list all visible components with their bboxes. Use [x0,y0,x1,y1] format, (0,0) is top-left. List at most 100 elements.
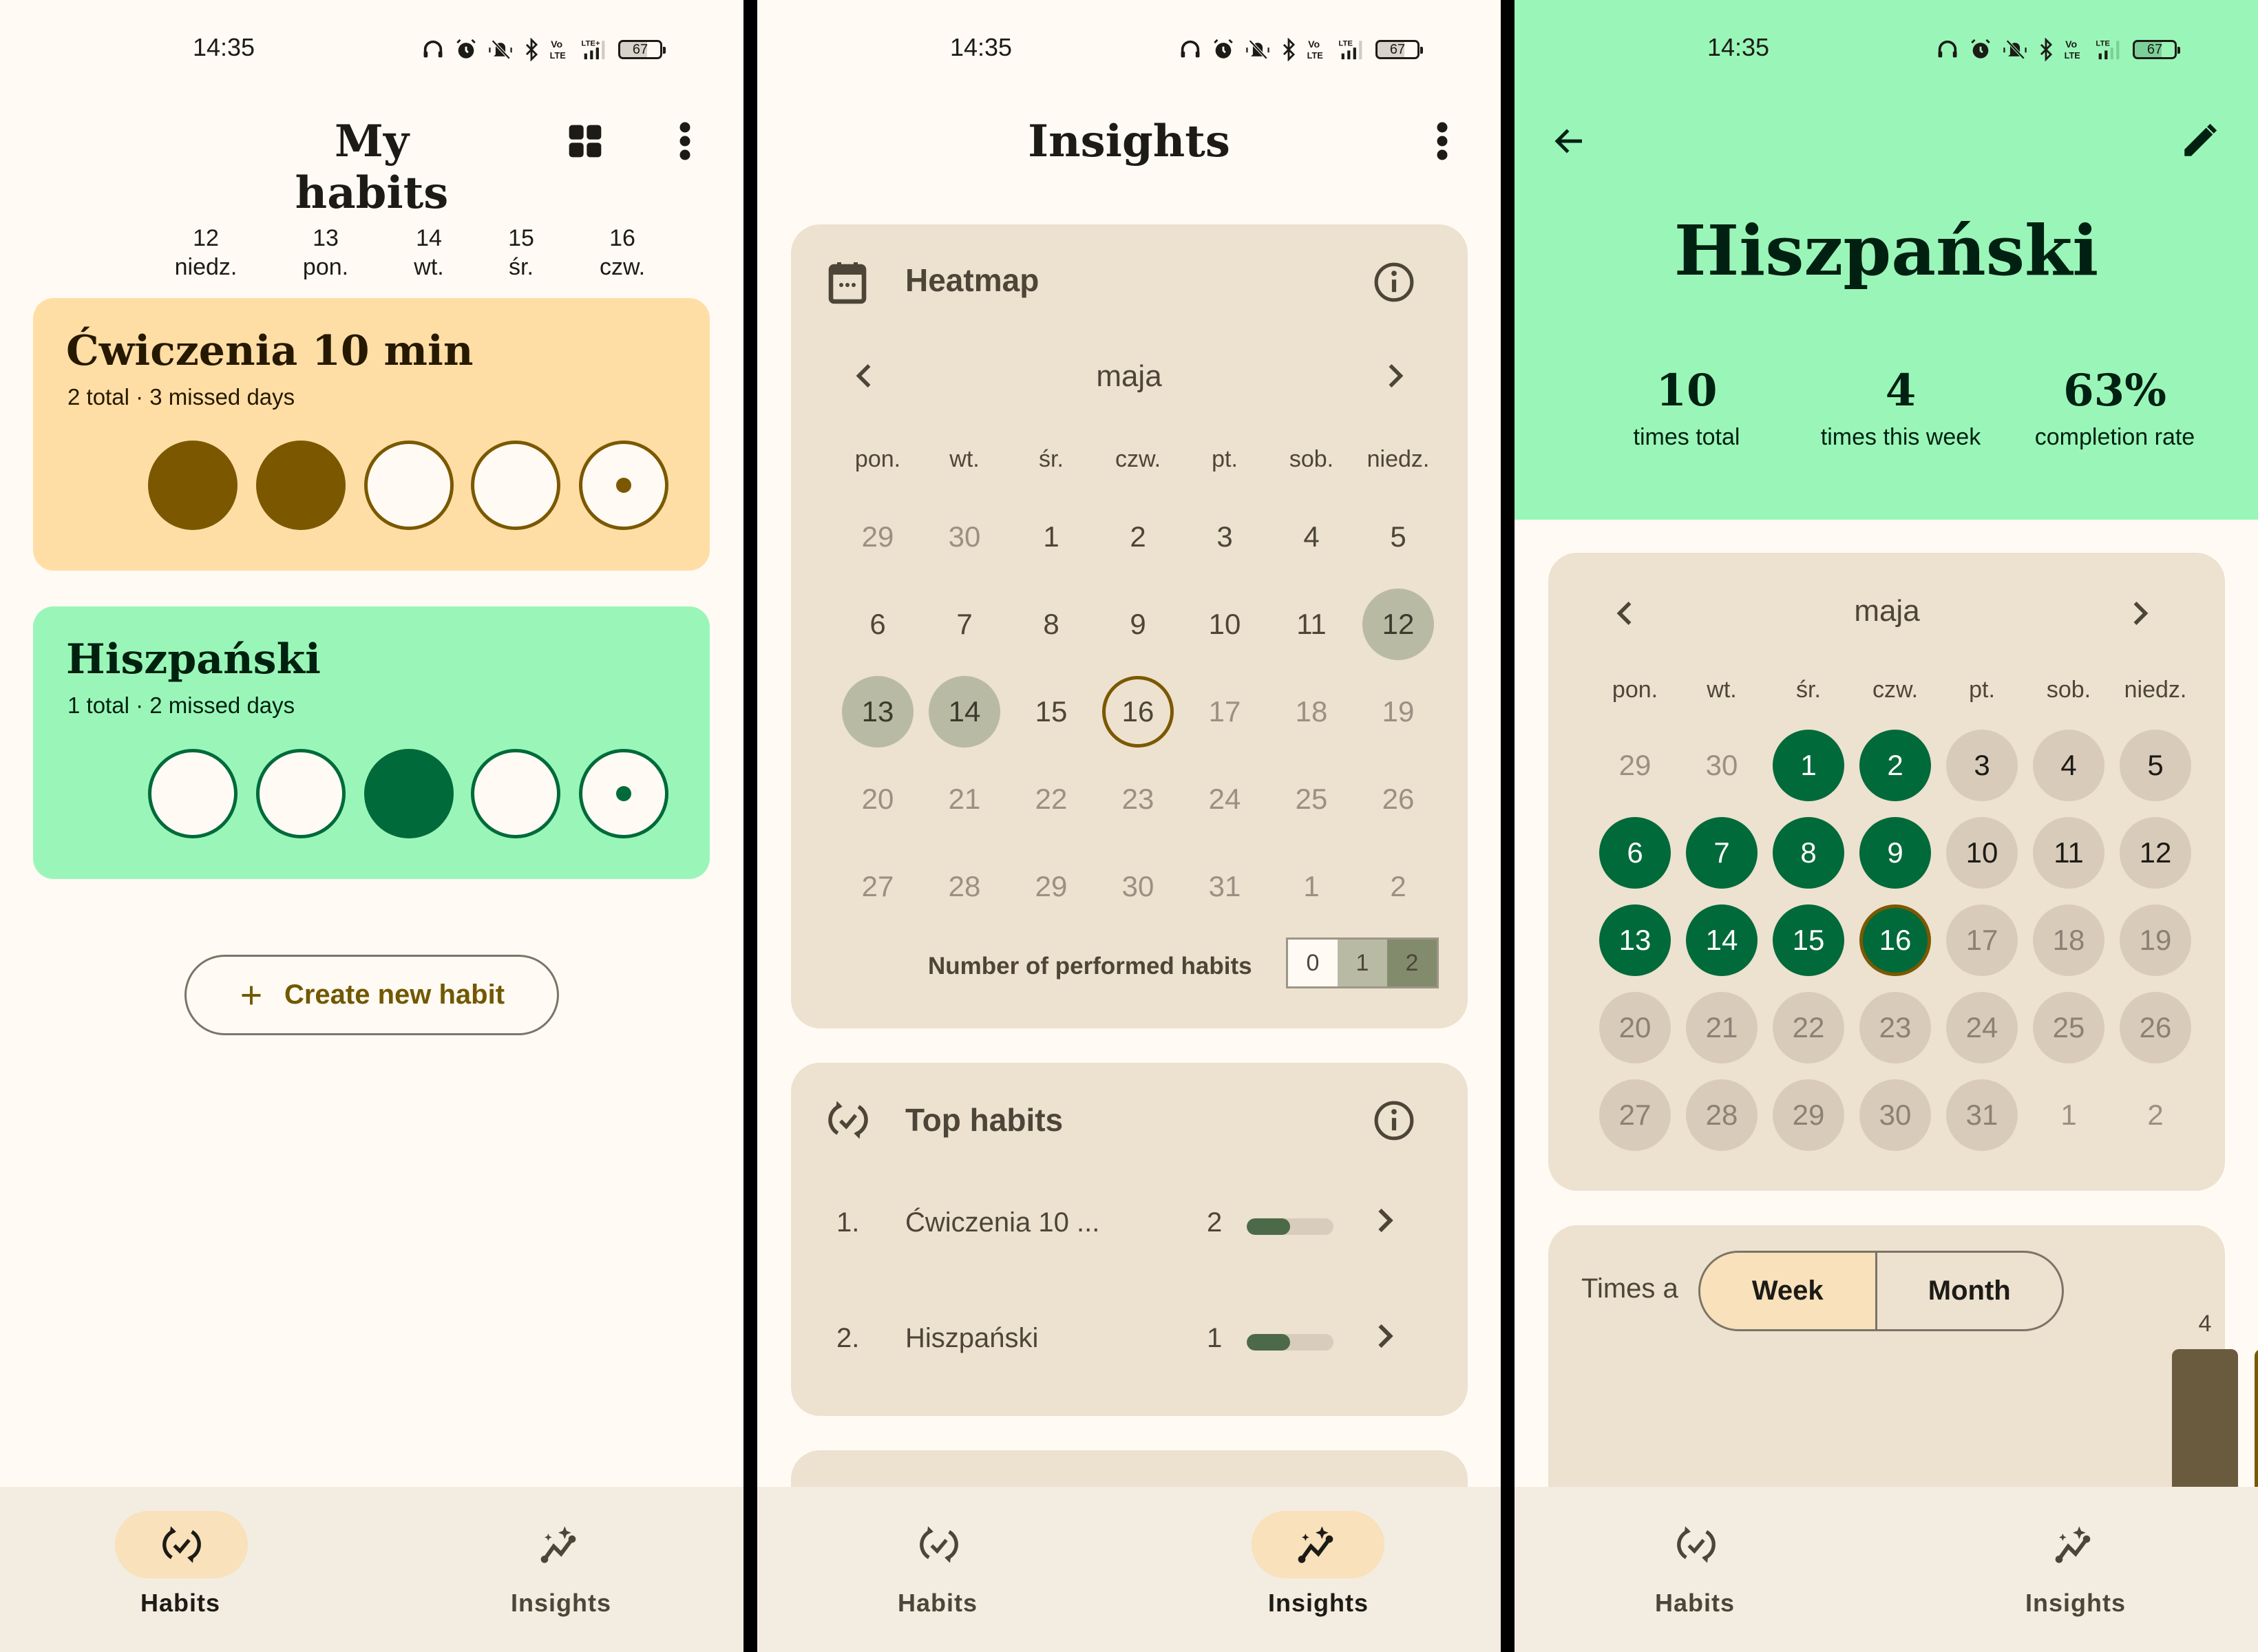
heatmap-day[interactable]: 8 [1015,589,1087,660]
heatmap-day[interactable]: 10 [1189,589,1260,660]
heatmap-day[interactable]: 30 [1102,851,1174,922]
calendar-day-future[interactable]: 22 [1773,992,1844,1063]
calendar-day-future[interactable]: 17 [1946,904,2018,976]
heatmap-day[interactable]: 23 [1102,763,1174,835]
top-habits-info-button[interactable] [1367,1093,1422,1148]
calendar-day-done[interactable]: 6 [1599,817,1671,889]
heatmap-day[interactable]: 6 [842,589,914,660]
day-check-empty[interactable] [364,441,454,530]
heatmap-day[interactable]: 31 [1189,851,1260,922]
heatmap-day[interactable]: 13 [842,676,914,748]
heatmap-day[interactable]: 22 [1015,763,1087,835]
nav-insights[interactable]: Insights [1886,1487,2258,1652]
heatmap-day[interactable]: 9 [1102,589,1174,660]
heatmap-day[interactable]: 19 [1362,676,1434,748]
heatmap-day[interactable]: 1 [1015,501,1087,573]
nav-insights[interactable]: Insights [372,1487,743,1652]
calendar-day-done[interactable]: 1 [1773,730,1844,801]
nav-insights[interactable]: Insights [1129,1487,1501,1652]
heatmap-day[interactable]: 28 [929,851,1000,922]
heatmap-day[interactable]: 16 [1102,676,1174,748]
calendar-day-future[interactable]: 26 [2120,992,2191,1063]
heatmap-day[interactable]: 29 [842,501,914,573]
chart-bar[interactable] [2172,1349,2238,1487]
heatmap-day[interactable]: 25 [1276,763,1347,835]
next-month-button[interactable] [2113,586,2168,641]
day-check-done[interactable] [364,749,454,838]
calendar-day-missed[interactable]: 4 [2033,730,2104,801]
heatmap-day[interactable]: 27 [842,851,914,922]
day-check-empty[interactable] [471,749,560,838]
day-check-empty[interactable] [579,749,668,838]
heatmap-day[interactable]: 17 [1189,676,1260,748]
heatmap-day[interactable]: 20 [842,763,914,835]
prev-month-button[interactable] [1597,586,1652,641]
day-check-empty[interactable] [148,749,238,838]
calendar-day-future[interactable]: 23 [1859,992,1931,1063]
heatmap-day[interactable]: 3 [1189,501,1260,573]
more-options-button[interactable] [1415,114,1470,169]
calendar-day[interactable]: 30 [1686,730,1758,801]
calendar-day-future[interactable]: 30 [1859,1079,1931,1151]
top-habit-row[interactable]: 2. Hiszpański 1 [791,1313,1468,1368]
heatmap-day[interactable]: 2 [1362,851,1434,922]
open-habit-button[interactable] [1375,1320,1395,1359]
period-option-month[interactable]: Month [1877,1253,2062,1329]
more-options-button[interactable] [657,114,713,169]
habit-card[interactable]: Hiszpański 1 total · 2 missed days [33,606,710,879]
edit-button[interactable] [2172,114,2227,169]
heatmap-day[interactable]: 15 [1015,676,1087,748]
habit-card[interactable]: Ćwiczenia 10 min 2 total · 3 missed days [33,298,710,571]
calendar-day-done[interactable]: 7 [1686,817,1758,889]
day-check-empty[interactable] [579,441,668,530]
day-check-empty[interactable] [471,441,560,530]
heatmap-day[interactable]: 11 [1276,589,1347,660]
calendar-day-missed[interactable]: 10 [1946,817,2018,889]
calendar-day-future[interactable]: 20 [1599,992,1671,1063]
day-check-done[interactable] [148,441,238,530]
calendar-day-future[interactable]: 31 [1946,1079,2018,1151]
heatmap-day[interactable]: 29 [1015,851,1087,922]
day-check-done[interactable] [256,441,346,530]
nav-habits[interactable]: Habits [757,1487,1129,1652]
calendar-day-future[interactable]: 19 [2120,904,2191,976]
calendar-day-future[interactable]: 24 [1946,992,2018,1063]
heatmap-day[interactable]: 12 [1362,589,1434,660]
calendar-day-done[interactable]: 16 [1859,904,1931,976]
prev-month-button[interactable] [836,348,891,403]
day-check-empty[interactable] [256,749,346,838]
nav-habits[interactable]: Habits [0,1487,372,1652]
calendar-day-missed[interactable]: 12 [2120,817,2191,889]
calendar-day-future[interactable]: 21 [1686,992,1758,1063]
calendar-day-missed[interactable]: 5 [2120,730,2191,801]
calendar-day-done[interactable]: 15 [1773,904,1844,976]
calendar-day[interactable]: 29 [1599,730,1671,801]
calendar-day-future[interactable]: 18 [2033,904,2104,976]
calendar-day[interactable]: 1 [2033,1079,2104,1151]
create-habit-button[interactable]: Create new habit [184,955,559,1035]
heatmap-day[interactable]: 21 [929,763,1000,835]
calendar-day-done[interactable]: 8 [1773,817,1844,889]
calendar-day-done[interactable]: 13 [1599,904,1671,976]
calendar-day-missed[interactable]: 3 [1946,730,2018,801]
period-option-week[interactable]: Week [1700,1253,1877,1329]
heatmap-day[interactable]: 24 [1189,763,1260,835]
calendar-day-done[interactable]: 9 [1859,817,1931,889]
calendar-day-future[interactable]: 28 [1686,1079,1758,1151]
next-month-button[interactable] [1368,348,1423,403]
open-habit-button[interactable] [1375,1205,1395,1243]
back-button[interactable] [1542,114,1597,169]
heatmap-day[interactable]: 7 [929,589,1000,660]
calendar-day-future[interactable]: 27 [1599,1079,1671,1151]
calendar-day-future[interactable]: 25 [2033,992,2104,1063]
calendar-day-missed[interactable]: 11 [2033,817,2104,889]
heatmap-day[interactable]: 18 [1276,676,1347,748]
heatmap-day[interactable]: 14 [929,676,1000,748]
calendar-day-future[interactable]: 29 [1773,1079,1844,1151]
layout-toggle-button[interactable] [558,114,613,169]
calendar-day[interactable]: 2 [2120,1079,2191,1151]
nav-habits[interactable]: Habits [1515,1487,1886,1652]
heatmap-day[interactable]: 26 [1362,763,1434,835]
heatmap-day[interactable]: 4 [1276,501,1347,573]
heatmap-day[interactable]: 1 [1276,851,1347,922]
